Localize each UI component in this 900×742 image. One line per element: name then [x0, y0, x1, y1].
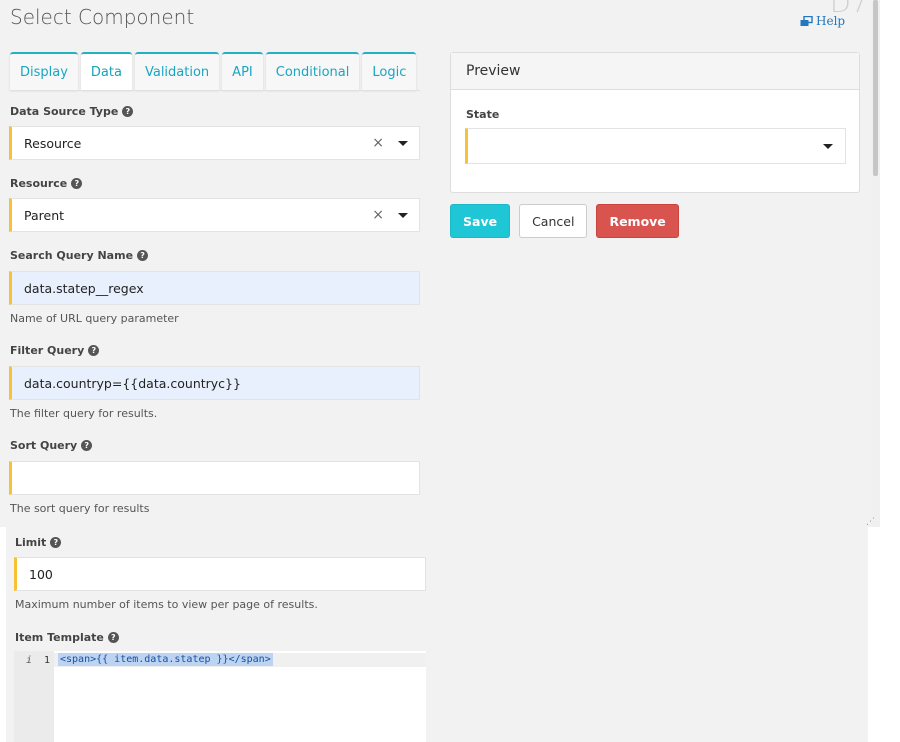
- state-label: State: [466, 108, 500, 121]
- limit-label: Limit ?: [15, 536, 62, 549]
- question-icon[interactable]: ?: [137, 250, 149, 261]
- tab-label: Data: [90, 64, 122, 80]
- select-value: Resource: [24, 135, 82, 151]
- sort-query-label: Sort Query ?: [10, 439, 93, 452]
- sort-query-input[interactable]: [9, 461, 420, 495]
- help-label: Help: [816, 14, 846, 28]
- dialog-title: Select Component: [10, 5, 195, 29]
- data-source-type-label: Data Source Type ?: [10, 105, 134, 118]
- resize-grip-icon[interactable]: ⋰: [866, 517, 875, 527]
- cancel-button[interactable]: Cancel: [519, 204, 588, 238]
- item-template-editor[interactable]: i 1 <span>{{ item.data.statep }}</span>: [14, 651, 426, 742]
- search-query-name-label: Search Query Name ?: [10, 249, 149, 262]
- input-value: data.countryp={{data.countryc}}: [24, 375, 241, 391]
- label-text: Search Query Name: [10, 249, 134, 262]
- label-text: Limit: [15, 536, 47, 549]
- tab-data[interactable]: Data: [80, 52, 132, 90]
- label-text: Data Source Type: [10, 105, 119, 118]
- select-value: Parent: [24, 207, 65, 223]
- caret-down-icon[interactable]: [398, 140, 408, 146]
- question-icon[interactable]: ?: [88, 345, 100, 356]
- tab-logic[interactable]: Logic: [362, 52, 417, 90]
- info-marker: i: [25, 654, 32, 666]
- tab-display[interactable]: Display: [10, 52, 78, 90]
- sort-query-description: The sort query for results: [10, 502, 150, 515]
- search-query-name-input[interactable]: data.statep__regex: [9, 271, 420, 305]
- tab-label: Logic: [372, 64, 407, 80]
- tab-label: Conditional: [275, 64, 350, 80]
- resource-label: Resource ?: [10, 177, 83, 190]
- gutter-line: i 1: [14, 653, 54, 667]
- limit-input[interactable]: 100: [14, 557, 426, 591]
- dialog-actions: Save Cancel Remove: [450, 204, 679, 238]
- resource-select[interactable]: Parent ×: [9, 198, 420, 232]
- external-link-icon: [800, 15, 813, 26]
- filter-query-input[interactable]: data.countryp={{data.countryc}}: [9, 366, 420, 400]
- help-link[interactable]: Help: [800, 14, 845, 28]
- code-line[interactable]: <span>{{ item.data.statep }}</span>: [58, 653, 273, 666]
- scrollbar-thumb[interactable]: [873, 0, 878, 176]
- tab-label: API: [232, 64, 253, 80]
- input-value: 100: [29, 566, 53, 582]
- filter-query-description: The filter query for results.: [10, 407, 158, 420]
- question-icon[interactable]: ?: [122, 106, 134, 117]
- input-value: data.statep__regex: [24, 280, 144, 296]
- filter-query-label: Filter Query ?: [10, 344, 100, 357]
- limit-description: Maximum number of items to view per page…: [15, 598, 318, 611]
- label-text: Item Template: [15, 631, 104, 644]
- tab-conditional[interactable]: Conditional: [265, 52, 360, 90]
- tab-api[interactable]: API: [222, 52, 263, 90]
- question-icon[interactable]: ?: [107, 632, 119, 643]
- tab-label: Validation: [144, 64, 210, 80]
- label-text: Resource: [10, 177, 68, 190]
- question-icon[interactable]: ?: [50, 537, 62, 548]
- label-text: Sort Query: [10, 439, 78, 452]
- clear-icon[interactable]: ×: [372, 135, 384, 151]
- preview-panel: Preview State: [450, 52, 860, 193]
- save-button[interactable]: Save: [450, 204, 511, 238]
- lower-form-panel: Limit ? 100 Maximum number of items to v…: [6, 527, 868, 742]
- remove-button[interactable]: Remove: [596, 204, 679, 238]
- state-select[interactable]: [465, 128, 846, 164]
- component-settings-dialog: Select Component D7 Help Display Data Va…: [0, 0, 870, 527]
- question-icon[interactable]: ?: [71, 178, 83, 189]
- label-text: Filter Query: [10, 344, 85, 357]
- question-icon[interactable]: ?: [81, 440, 93, 451]
- data-source-type-select[interactable]: Resource ×: [9, 126, 420, 160]
- clear-icon[interactable]: ×: [372, 207, 384, 223]
- caret-down-icon[interactable]: [823, 143, 833, 149]
- tabs-divider: [10, 90, 420, 91]
- preview-heading: Preview: [451, 53, 859, 90]
- search-query-name-description: Name of URL query parameter: [10, 312, 179, 325]
- tab-validation[interactable]: Validation: [134, 52, 220, 90]
- settings-tabs: Display Data Validation API Conditional …: [10, 52, 417, 92]
- line-number: 1: [43, 654, 50, 666]
- tab-label: Display: [20, 64, 68, 80]
- editor-gutter: i 1: [14, 651, 54, 742]
- caret-down-icon[interactable]: [398, 212, 408, 218]
- item-template-label: Item Template ?: [15, 631, 119, 644]
- dialog-scrollbar[interactable]: [870, 0, 880, 527]
